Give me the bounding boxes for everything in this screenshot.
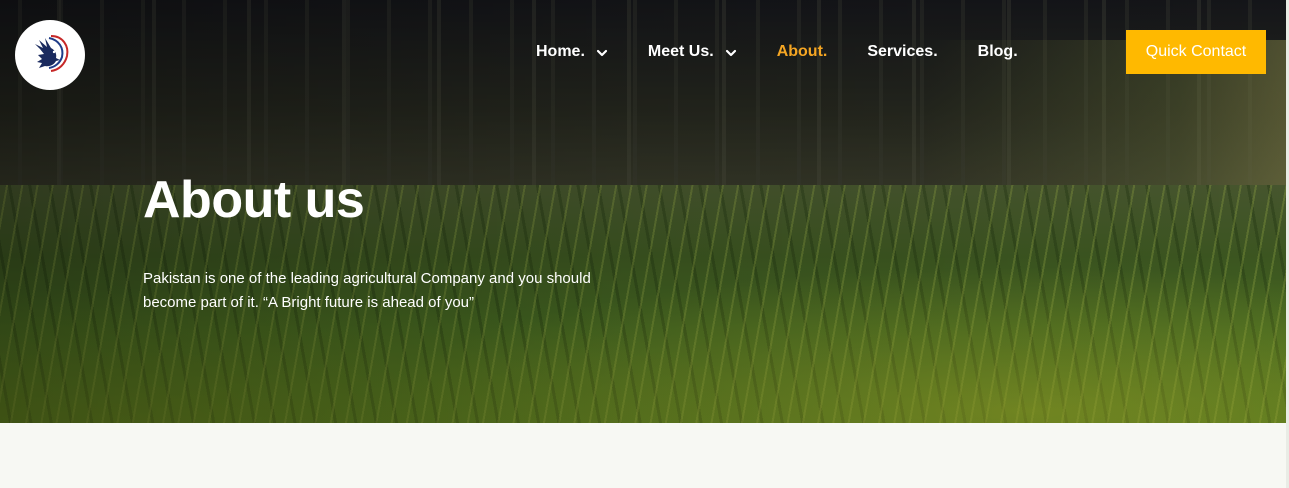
quick-contact-button[interactable]: Quick Contact bbox=[1126, 30, 1266, 74]
nav-item-label: Services. bbox=[867, 43, 938, 60]
chevron-down-icon bbox=[596, 46, 608, 58]
nav-item-blog[interactable]: Blog. bbox=[978, 43, 1018, 61]
nav-item-label: Home. bbox=[536, 43, 585, 60]
eagle-icon bbox=[29, 32, 71, 79]
nav-item-meet-us[interactable]: Meet Us. bbox=[648, 43, 737, 61]
chevron-down-icon bbox=[725, 46, 737, 58]
main-nav: Home. Meet Us. About. Services. Blog. bbox=[536, 40, 1058, 64]
page: Home. Meet Us. About. Services. Blog. Qu… bbox=[0, 0, 1289, 488]
site-logo[interactable] bbox=[15, 20, 85, 90]
nav-item-label: Meet Us. bbox=[647, 43, 714, 60]
nav-item-about[interactable]: About. bbox=[777, 43, 828, 61]
nav-item-home[interactable]: Home. bbox=[536, 43, 608, 61]
page-title: About us bbox=[143, 171, 365, 229]
hero-banner: Home. Meet Us. About. Services. Blog. Qu… bbox=[0, 0, 1286, 423]
nav-item-label: Blog. bbox=[977, 43, 1018, 60]
nav-item-label: About. bbox=[776, 43, 828, 60]
nav-item-services[interactable]: Services. bbox=[867, 43, 937, 61]
hero-description: Pakistan is one of the leading agricultu… bbox=[143, 270, 591, 311]
